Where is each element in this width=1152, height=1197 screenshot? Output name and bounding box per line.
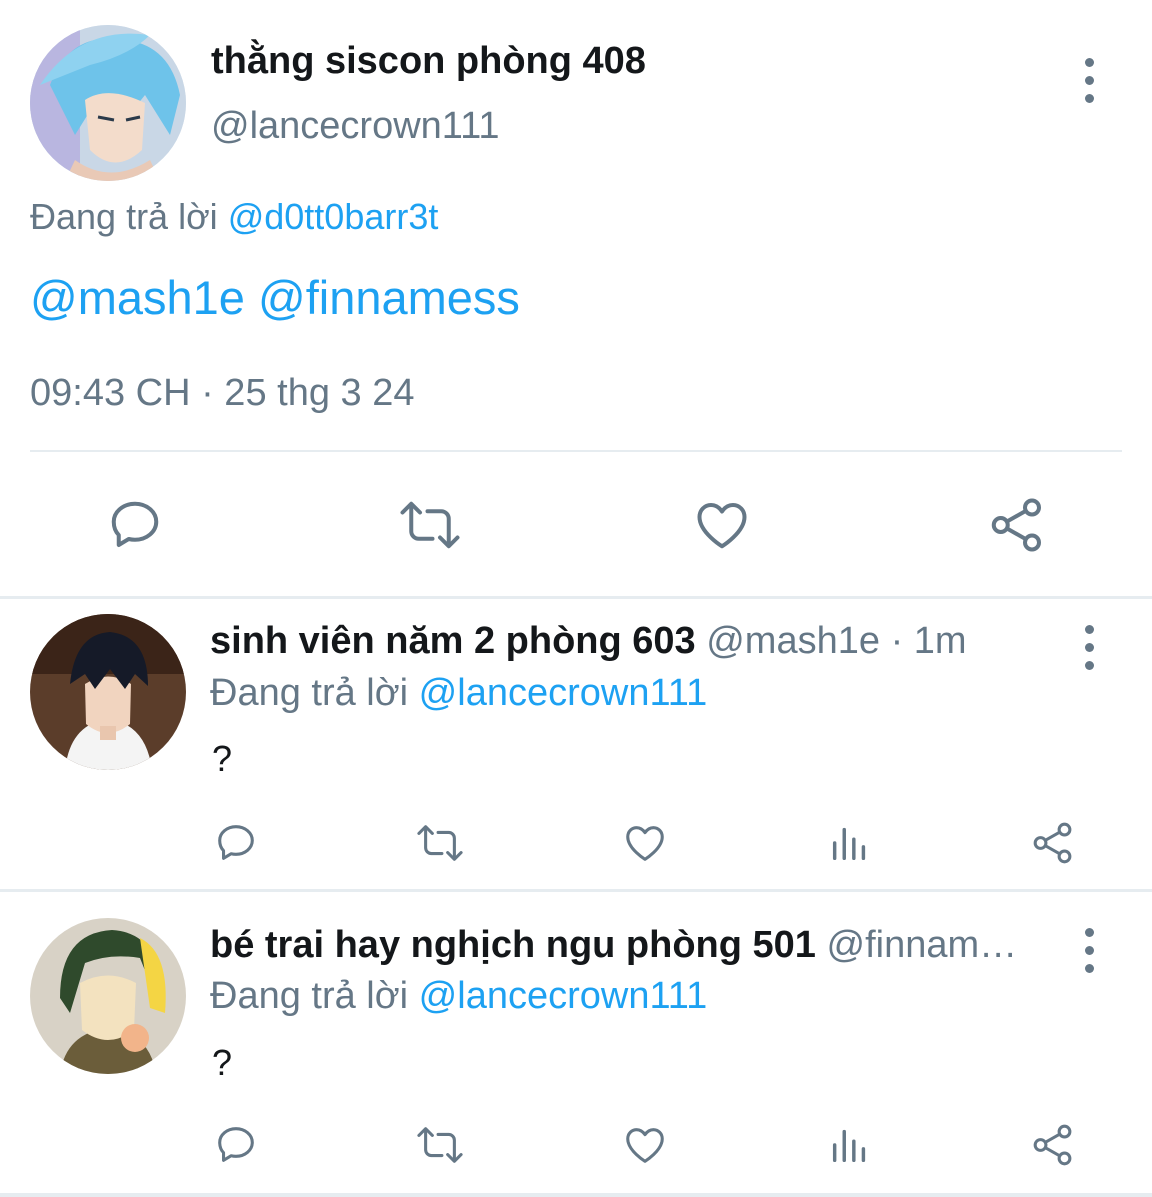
share-icon[interactable]	[1030, 820, 1076, 866]
divider	[30, 450, 1122, 452]
replying-label: Đang trả lời	[30, 196, 218, 237]
replying-to-link[interactable]: @d0tt0barr3t	[228, 196, 439, 237]
retweet-icon[interactable]	[414, 820, 466, 866]
more-options-icon[interactable]	[1082, 58, 1096, 103]
reply-text: ?	[212, 738, 233, 779]
reply-icon[interactable]	[213, 820, 259, 866]
replying-to-line: Đang trả lời @lancecrown111	[210, 975, 707, 1018]
reply-icon[interactable]	[105, 495, 165, 555]
mention-link[interactable]: @finnamess	[258, 271, 520, 324]
retweet-icon[interactable]	[397, 495, 463, 555]
replying-to-line: Đang trả lời @lancecrown111	[210, 672, 707, 715]
tweet-text: @mash1e @finnamess	[30, 270, 520, 325]
like-icon[interactable]	[692, 495, 752, 555]
like-icon[interactable]	[622, 820, 668, 866]
reply-time[interactable]: · 1m	[891, 620, 967, 662]
replying-label: Đang trả lời	[210, 672, 409, 714]
replying-label: Đang trả lời	[210, 975, 409, 1017]
avatar-mash1e[interactable]	[30, 614, 186, 770]
replying-to-line: Đang trả lời @d0tt0barr3t	[30, 196, 438, 238]
handle[interactable]: @lancecrown111	[211, 105, 500, 148]
analytics-icon[interactable]	[827, 1122, 873, 1168]
more-options-icon[interactable]	[1082, 625, 1096, 670]
like-icon[interactable]	[622, 1122, 668, 1168]
tweet-separator	[0, 889, 1152, 892]
handle[interactable]: @mash1e	[706, 620, 880, 662]
replying-to-link[interactable]: @lancecrown111	[419, 975, 708, 1017]
reply-header: sinh viên năm 2 phòng 603 @mash1e · 1m	[210, 620, 967, 663]
display-name[interactable]: sinh viên năm 2 phòng 603	[210, 620, 696, 662]
tweet-timestamp[interactable]: 09:43 CH · 25 thg 3 24	[30, 372, 414, 415]
handle[interactable]: @finnam…	[827, 924, 1018, 966]
retweet-icon[interactable]	[414, 1122, 466, 1168]
avatar-lancecrown111[interactable]	[30, 25, 186, 181]
tweet-separator	[0, 1193, 1152, 1197]
more-options-icon[interactable]	[1082, 928, 1096, 973]
display-name[interactable]: thằng siscon phòng 408	[211, 40, 646, 83]
mention-link[interactable]: @mash1e	[30, 271, 245, 324]
reply-icon[interactable]	[213, 1122, 259, 1168]
analytics-icon[interactable]	[827, 820, 873, 866]
display-name[interactable]: bé trai hay nghịch ngu phòng 501	[210, 924, 816, 966]
reply-text: ?	[212, 1042, 233, 1083]
avatar-finnamess[interactable]	[30, 918, 186, 1074]
replying-to-link[interactable]: @lancecrown111	[419, 672, 708, 714]
share-icon[interactable]	[987, 495, 1047, 555]
tweet-separator	[0, 596, 1152, 599]
share-icon[interactable]	[1030, 1122, 1076, 1168]
reply-header: bé trai hay nghịch ngu phòng 501 @finnam…	[210, 924, 1017, 967]
